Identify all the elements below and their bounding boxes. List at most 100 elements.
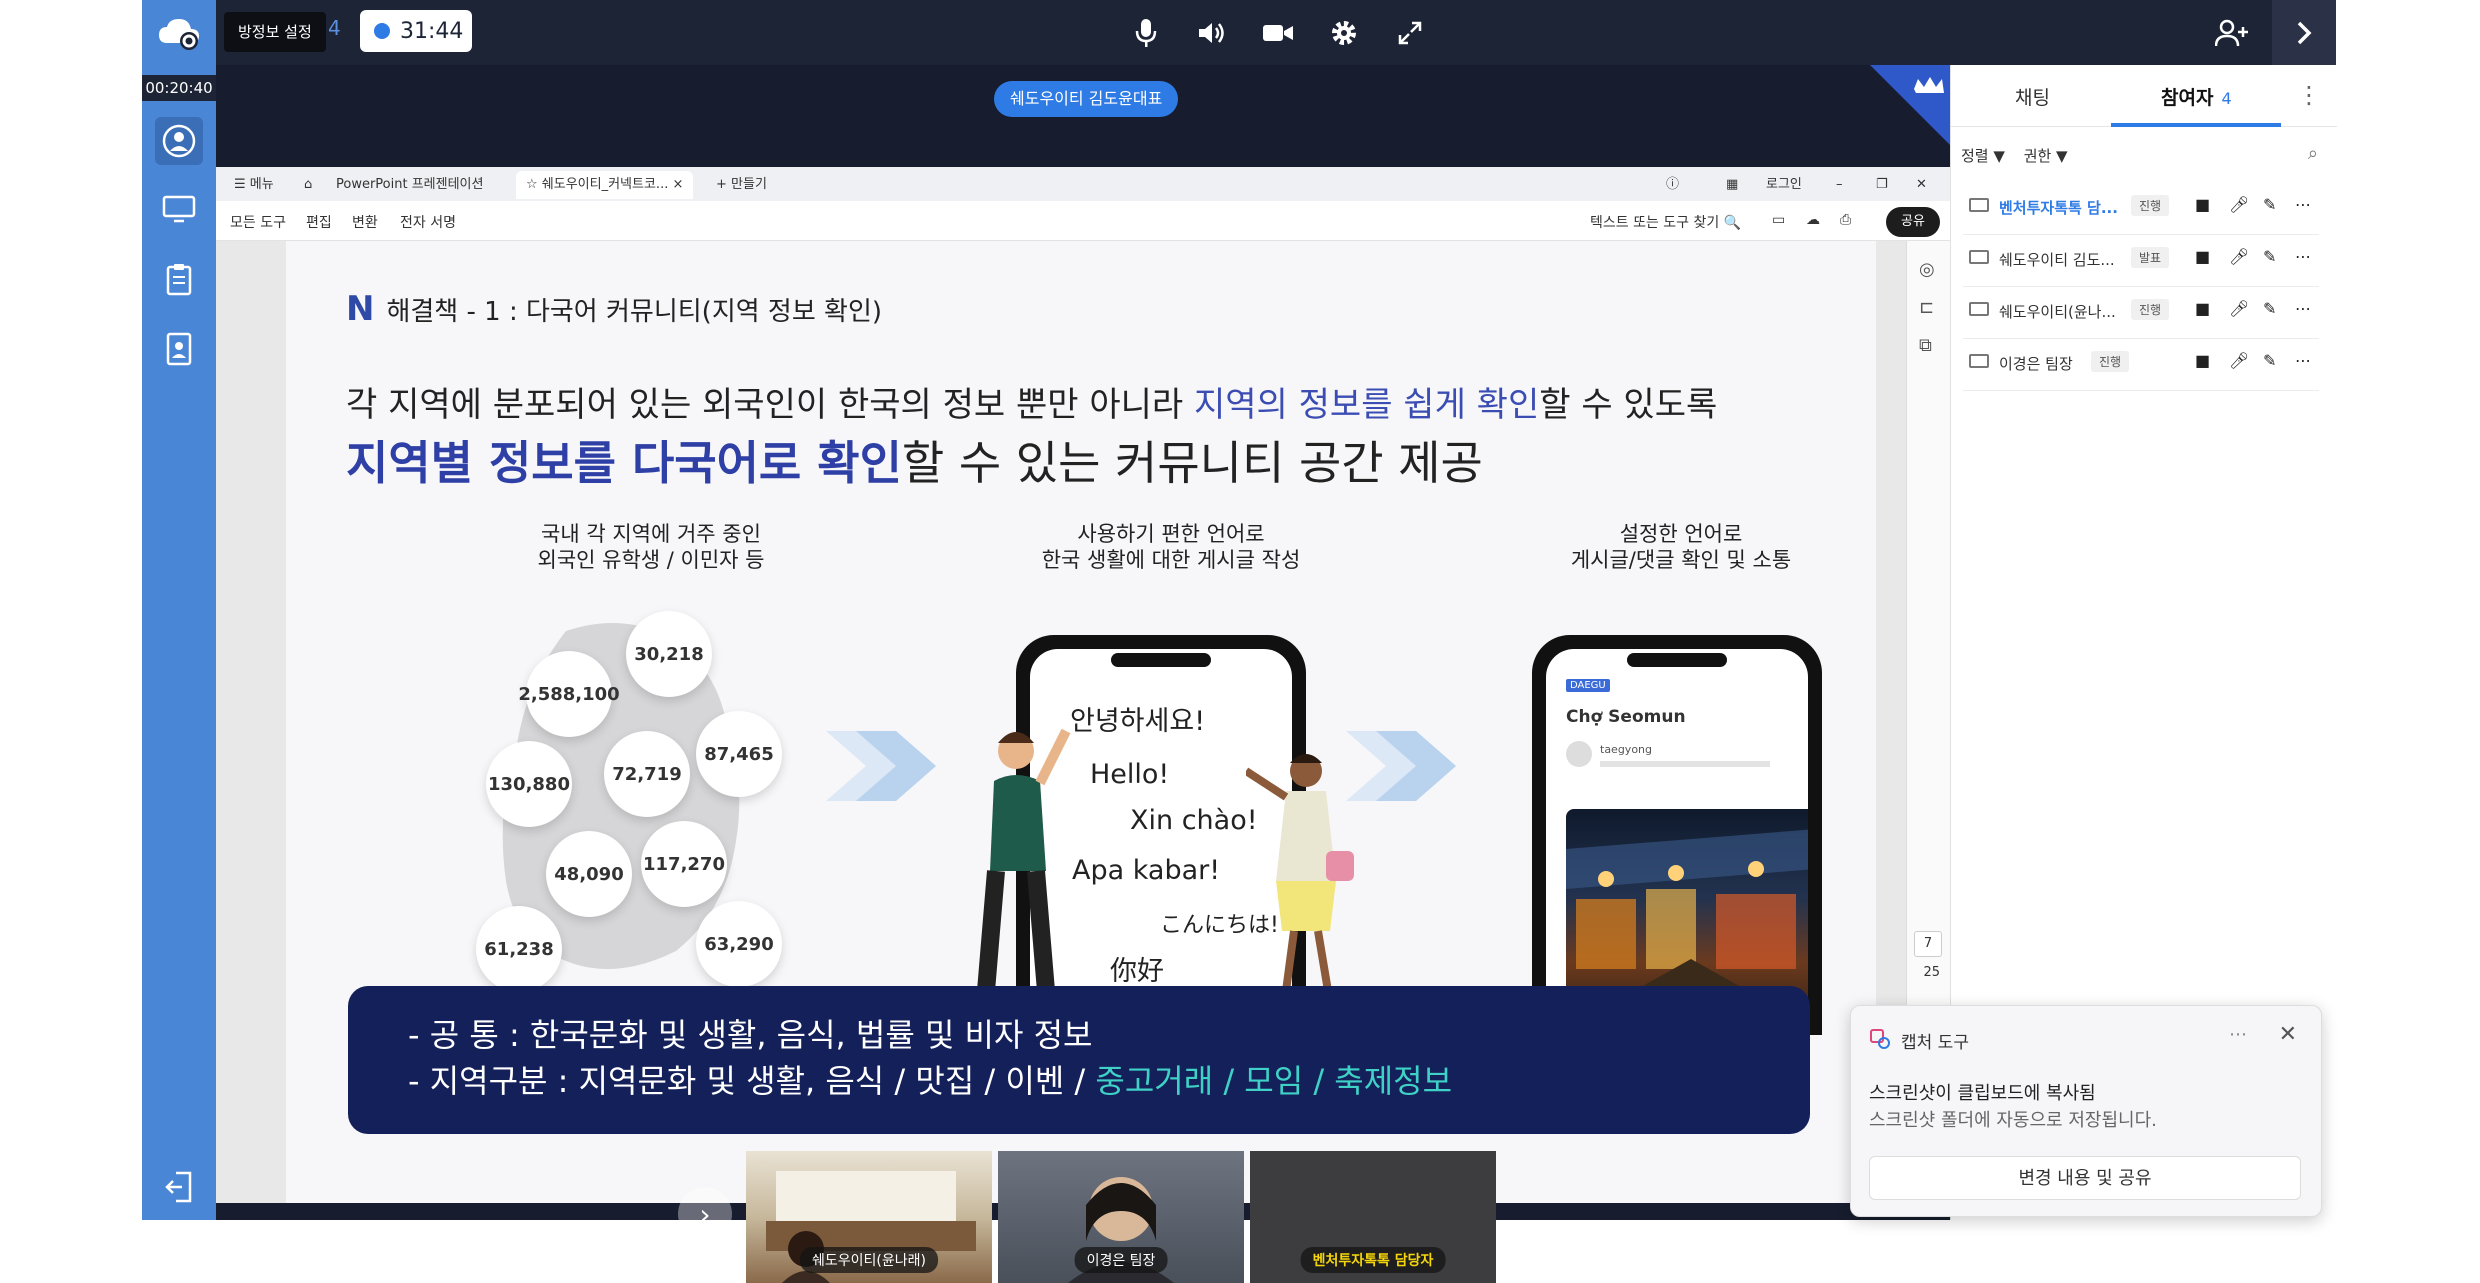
tab-document[interactable]: ☆ 쉐도우이티_커넥트코... × bbox=[516, 171, 694, 199]
chevron-right-icon[interactable]: › bbox=[678, 1187, 732, 1241]
speaker-icon[interactable] bbox=[1193, 14, 1231, 52]
more-icon[interactable]: ⋯ bbox=[2295, 247, 2311, 266]
more-icon[interactable]: ⋯ bbox=[2295, 351, 2311, 370]
close-icon[interactable]: ✕ bbox=[2279, 1022, 2297, 1047]
participant-count: 4 bbox=[328, 16, 341, 40]
tab-ppt[interactable]: PowerPoint 프레젠테이션 bbox=[326, 171, 493, 199]
pages-icon[interactable]: ⧉ bbox=[1919, 335, 1932, 356]
comment-icon[interactable]: ◎ bbox=[1919, 259, 1935, 280]
exit-icon[interactable] bbox=[155, 1163, 203, 1211]
print-icon[interactable]: ⎙ bbox=[1840, 212, 1851, 228]
post-author: taegyong bbox=[1600, 743, 1652, 756]
pencil-icon[interactable]: ✎ bbox=[2263, 247, 2276, 266]
contact-card-icon[interactable] bbox=[155, 325, 203, 373]
participant-row[interactable]: 쉐도우이티(윤나... 진행 ■ 🎤︎ ✎ ⋯ bbox=[1963, 287, 2319, 339]
edit-and-share-button[interactable]: 변경 내용 및 공유 bbox=[1869, 1156, 2301, 1200]
permission-dropdown[interactable]: 권한 ▼ bbox=[2024, 147, 2068, 165]
microphone-icon[interactable] bbox=[1127, 14, 1165, 52]
column-caption-1: 국내 각 지역에 거주 중인 외국인 유학생 / 이민자 등 bbox=[537, 522, 765, 572]
screen-share-icon[interactable] bbox=[155, 185, 203, 233]
media-controls bbox=[1127, 14, 1429, 52]
clipboard-icon[interactable] bbox=[155, 255, 203, 303]
page-number-current[interactable]: 7 bbox=[1914, 931, 1942, 957]
camera-icon[interactable] bbox=[1259, 14, 1297, 52]
tab-participants[interactable]: 참여자 4 bbox=[2161, 83, 2232, 110]
left-sidebar: 00:20:40 bbox=[142, 65, 216, 1220]
slide-title: N 해결책 - 1 : 다국어 커뮤니티(지역 정보 확인) bbox=[346, 289, 883, 329]
home-icon[interactable]: ⌂ bbox=[294, 171, 322, 199]
video-name: 벤처투자톡톡 담당자 bbox=[1300, 1247, 1446, 1273]
stat-bubble: 30,218 bbox=[626, 611, 712, 697]
user-profile-icon[interactable] bbox=[155, 117, 203, 165]
minimize-icon[interactable]: – bbox=[1826, 171, 1853, 199]
participant-name: 쉐도우이티(윤나... bbox=[1999, 303, 2116, 321]
video-icon[interactable]: ■ bbox=[2195, 351, 2210, 370]
greeting-text: 你好 bbox=[1110, 956, 1164, 987]
slide: N 해결책 - 1 : 다국어 커뮤니티(지역 정보 확인) 각 지역에 분포되어… bbox=[286, 241, 1876, 1203]
room-settings-button[interactable] bbox=[142, 0, 216, 65]
share-button[interactable]: 공유 bbox=[1886, 207, 1940, 237]
tab-chat[interactable]: 채팅 bbox=[2015, 83, 2050, 110]
capture-submessage: 스크린샷 폴더에 자동으로 저장됩니다. bbox=[1869, 1110, 2157, 1131]
greeting-text: Xin chào! bbox=[1130, 805, 1258, 836]
banner-line-1: - 공 통 : 한국문화 및 생활, 음식, 법률 및 비자 정보 bbox=[408, 1016, 1093, 1054]
pencil-icon[interactable]: ✎ bbox=[2263, 195, 2276, 214]
video-tile[interactable]: 이경은 팀장 bbox=[998, 1151, 1244, 1283]
mic-icon[interactable]: 🎤︎ bbox=[2229, 195, 2249, 214]
video-icon[interactable]: ■ bbox=[2195, 195, 2210, 214]
restore-icon[interactable]: ❐ bbox=[1866, 171, 1898, 199]
more-vertical-icon[interactable]: ⋮ bbox=[2297, 81, 2321, 109]
avatar bbox=[1566, 741, 1592, 767]
help-icon[interactable]: ⓘ bbox=[1656, 171, 1689, 199]
document-area: N 해결책 - 1 : 다국어 커뮤니티(지역 정보 확인) 각 지역에 분포되어… bbox=[216, 241, 1950, 1203]
info-banner: - 공 통 : 한국문화 및 생활, 음식, 법률 및 비자 정보 - 지역구분… bbox=[348, 986, 1810, 1134]
participant-row[interactable]: 벤처투자톡톡 담... 진행 ■ 🎤︎ ✎ ⋯ bbox=[1963, 183, 2319, 235]
mic-icon[interactable]: 🎤︎ bbox=[2229, 351, 2249, 370]
fullscreen-icon[interactable] bbox=[1391, 14, 1429, 52]
video-tile[interactable]: 쉐도우이티(윤나래) bbox=[746, 1151, 992, 1283]
video-icon[interactable]: ■ bbox=[2195, 247, 2210, 266]
capture-title: 캡처 도구 bbox=[1901, 1033, 1969, 1053]
participant-row[interactable]: 쉐도우이티 김도... 발표 ■ 🎤︎ ✎ ⋯ bbox=[1963, 235, 2319, 287]
snipping-tool-icon bbox=[1870, 1029, 1890, 1049]
video-strip: 쉐도우이티(윤나래) 이경은 팀장 벤처투자톡톡 담당자 bbox=[746, 1151, 1498, 1283]
mic-icon[interactable]: 🎤︎ bbox=[2229, 299, 2249, 318]
pencil-icon[interactable]: ✎ bbox=[2263, 351, 2276, 370]
viewer-tab-bar: ☰ 메뉴 ⌂ PowerPoint 프레젠테이션 ☆ 쉐도우이티_커넥트코...… bbox=[216, 167, 1950, 201]
pencil-icon[interactable]: ✎ bbox=[2263, 299, 2276, 318]
top-bar: 방정보 설정 4 31:44 bbox=[142, 0, 2336, 65]
stat-bubble: 117,270 bbox=[641, 821, 727, 907]
more-icon[interactable]: ⋯ bbox=[2229, 1024, 2247, 1045]
invite-person-icon[interactable] bbox=[2212, 14, 2252, 52]
stat-bubble: 87,465 bbox=[696, 711, 782, 797]
e-sign-menu[interactable]: 전자 서명 bbox=[400, 212, 456, 232]
more-icon[interactable]: ⋯ bbox=[2295, 299, 2311, 318]
new-tab-button[interactable]: + 만들기 bbox=[706, 171, 777, 199]
apps-grid-icon[interactable]: ▦ bbox=[1716, 171, 1748, 199]
login-button[interactable]: 로그인 bbox=[1756, 171, 1812, 199]
sort-controls: 정렬 ▼ 권한 ▼ bbox=[1961, 145, 2068, 166]
more-icon[interactable]: ⋯ bbox=[2295, 195, 2311, 214]
video-tile[interactable]: 벤처투자톡톡 담당자 bbox=[1250, 1151, 1496, 1283]
edit-menu[interactable]: 편집 bbox=[306, 212, 332, 232]
settings-gear-icon[interactable] bbox=[1325, 14, 1363, 52]
cloud-gear-icon bbox=[159, 18, 199, 50]
participant-row[interactable]: 이경은 팀장 진행 ■ 🎤︎ ✎ ⋯ bbox=[1963, 339, 2319, 391]
sort-dropdown[interactable]: 정렬 ▼ bbox=[1961, 147, 2005, 165]
close-icon[interactable]: ✕ bbox=[1906, 171, 1937, 199]
tool-search[interactable]: 텍스트 또는 도구 찾기 🔍 bbox=[1590, 212, 1741, 232]
bookmark-icon[interactable]: ⊏ bbox=[1919, 297, 1934, 318]
chevron-right-icon[interactable] bbox=[2272, 0, 2336, 65]
mic-icon[interactable]: 🎤︎ bbox=[2229, 247, 2249, 266]
phone-app: DAEGU Chợ Seomun taegyong bbox=[1532, 635, 1822, 1035]
phone-notch bbox=[1111, 653, 1211, 667]
all-tools-menu[interactable]: 모든 도구 bbox=[230, 212, 286, 232]
video-icon[interactable]: ■ bbox=[2195, 299, 2210, 318]
brand-logo-icon: N bbox=[346, 289, 375, 329]
clock-icon bbox=[374, 23, 390, 39]
search-icon[interactable]: ⌕ bbox=[2308, 143, 2318, 164]
convert-menu[interactable]: 변환 bbox=[352, 212, 378, 232]
upload-cloud-icon[interactable]: ☁ bbox=[1806, 212, 1820, 228]
menu-button[interactable]: ☰ 메뉴 bbox=[224, 171, 284, 199]
save-icon[interactable]: ▭ bbox=[1772, 212, 1785, 228]
